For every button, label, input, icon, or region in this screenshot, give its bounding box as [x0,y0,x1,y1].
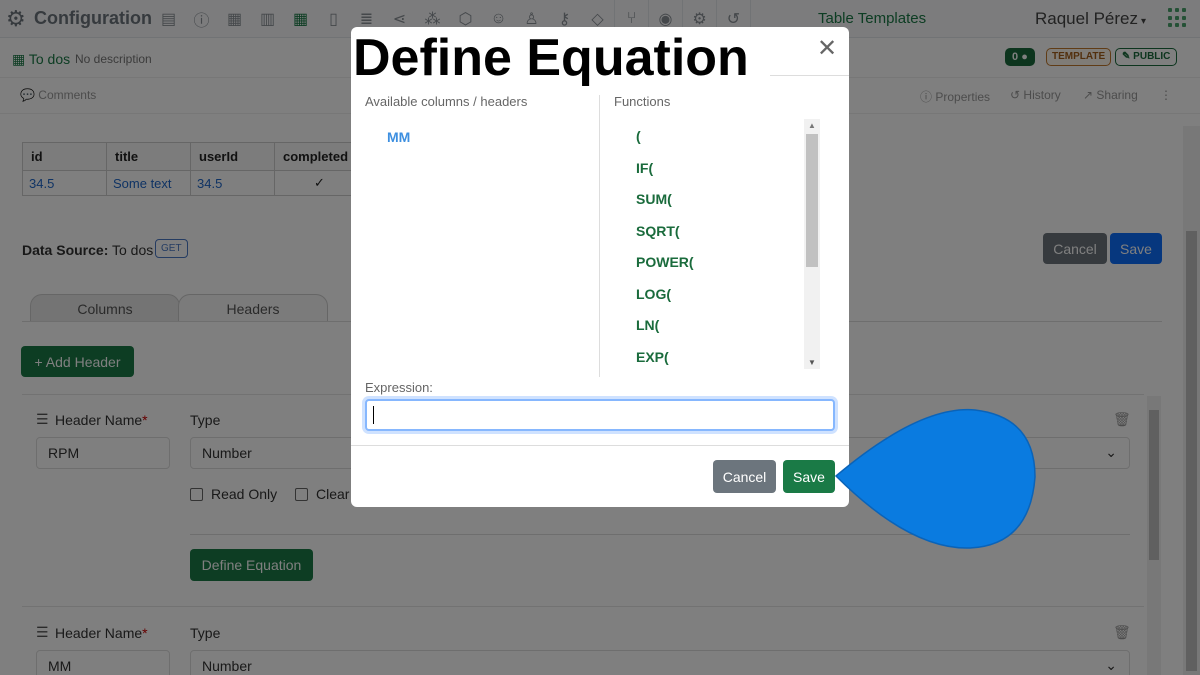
scroll-down-icon[interactable]: ▼ [808,358,816,367]
functions-list: ( IF( SUM( SQRT( POWER( LOG( LN( EXP( [636,121,806,369]
section-divider [599,95,600,377]
scroll-up-icon[interactable]: ▲ [808,121,816,130]
function-item[interactable]: LN( [636,310,806,342]
scroll-thumb[interactable] [806,134,818,267]
text-caret [373,406,374,424]
column-item[interactable]: MM [387,129,410,145]
function-item[interactable]: IF( [636,153,806,185]
functions-section-label: Functions [614,94,671,109]
define-equation-modal: Define Equation ✕ Available columns / he… [351,27,849,507]
pointer-callout [834,408,1036,549]
close-icon[interactable]: ✕ [817,37,837,61]
expression-label: Expression: [365,380,433,395]
function-item[interactable]: LOG( [636,279,806,311]
modal-footer-divider [351,445,849,446]
columns-section-label: Available columns / headers [365,94,528,109]
modal-cancel-button[interactable]: Cancel [713,460,776,493]
modal-header-divider [770,75,849,76]
function-item[interactable]: POWER( [636,247,806,279]
functions-scrollbar[interactable]: ▲ ▼ [804,119,820,369]
function-item[interactable]: EXP( [636,342,806,370]
function-item[interactable]: SUM( [636,184,806,216]
expression-input[interactable] [365,399,835,431]
modal-title: Define Equation [353,29,749,87]
function-item[interactable]: SQRT( [636,216,806,248]
pointer-shape [834,408,1036,549]
function-item[interactable]: ( [636,121,806,153]
modal-save-button[interactable]: Save [783,460,835,493]
